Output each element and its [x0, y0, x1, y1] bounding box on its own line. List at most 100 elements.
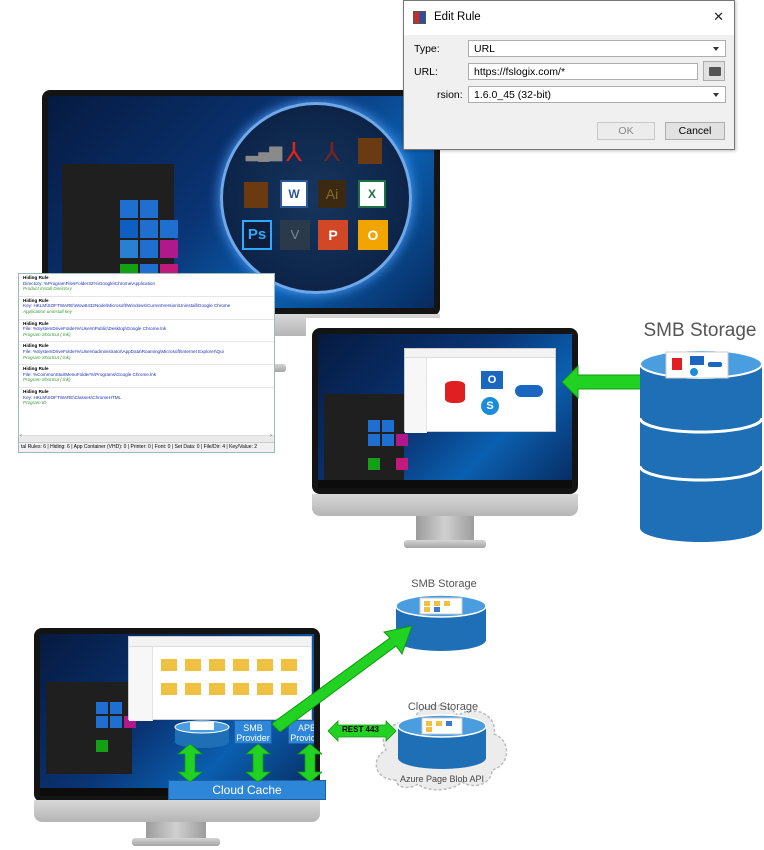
horizontal-scrollbar[interactable]: ‹ › — [19, 433, 274, 442]
tile — [140, 200, 158, 218]
word-icon: W — [280, 180, 308, 208]
app-icon-dim — [244, 182, 268, 208]
vertical-arrows — [176, 744, 322, 782]
status-bar: tal Rules: 6 | Hiding: 6 | App Container… — [19, 442, 274, 452]
cloud-cache-panel: SMB Storage Cloud Storage Azure Page Blo… — [32, 574, 512, 850]
type-value: URL — [474, 43, 496, 55]
smb-diagonal-arrow — [272, 625, 412, 732]
excel-icon: X — [358, 180, 386, 208]
url-value: https://fslogix.com/* — [474, 66, 566, 78]
tile — [368, 458, 380, 470]
url-input[interactable]: https://fslogix.com/* — [468, 63, 698, 80]
folder-icon — [209, 659, 225, 671]
folder-icon — [161, 659, 177, 671]
folder-icon — [209, 683, 225, 695]
tile — [120, 200, 138, 218]
chevron-down-icon — [713, 47, 719, 51]
folder-icon — [185, 659, 201, 671]
outlook-icon: O — [358, 220, 388, 250]
rule-description: Application uninstall key — [23, 308, 73, 314]
tile — [120, 220, 138, 238]
list-item[interactable]: Hiding Rule File: %CommonStartMenuFolder… — [19, 365, 274, 388]
monitor-foot — [132, 838, 220, 846]
tile — [140, 220, 158, 238]
tile — [382, 420, 394, 432]
visio-icon: V — [280, 220, 310, 250]
acrobat-icon: ⅄ — [286, 137, 302, 167]
monitor-screen: O S — [318, 334, 572, 488]
tile — [96, 740, 108, 752]
database-icon — [445, 381, 465, 403]
list-item[interactable]: Hiding Rule File: %SystemDriveFolder%\Us… — [19, 342, 274, 366]
version-label: rsion: — [437, 89, 463, 101]
monitor-foot — [404, 540, 486, 548]
scroll-left-icon[interactable]: ‹ — [20, 433, 22, 440]
smb-storage-cylinder — [638, 349, 764, 542]
list-item[interactable]: Hiding Rule File: %SystemDriveFolder%\Us… — [19, 320, 274, 343]
chevron-down-icon — [713, 93, 719, 97]
tile — [140, 240, 158, 258]
list-item[interactable]: Hiding Rule Directory: %ProgramFilesFold… — [19, 274, 274, 297]
list-item[interactable]: Hiding Rule Key: HKLM\SOFTWARE\Classes\C… — [19, 388, 274, 410]
close-icon[interactable]: ✕ — [713, 9, 724, 25]
smb-storage-panel: O S SMB Storage — [306, 318, 764, 582]
rule-description: Product Install Directory — [23, 286, 72, 292]
dialog-title: Edit Rule — [434, 11, 481, 23]
rule-description: Program Shortcut (.lnk) — [23, 377, 71, 383]
folder-icon — [233, 683, 249, 695]
version-select[interactable]: 1.6.0_45 (32-bit) — [468, 86, 726, 103]
monitor-neck — [416, 516, 474, 542]
monitor-chin — [312, 494, 578, 516]
onedrive-icon — [515, 385, 543, 397]
tile — [110, 716, 122, 728]
tile — [382, 434, 394, 446]
tile — [96, 702, 108, 714]
powerpoint-icon: P — [318, 220, 348, 250]
folder-icon — [185, 683, 201, 695]
cancel-button[interactable]: Cancel — [665, 122, 725, 140]
office-icon — [358, 138, 382, 164]
browse-button[interactable] — [703, 61, 725, 81]
folder-icon — [161, 683, 177, 695]
tile — [368, 434, 380, 446]
tile — [160, 220, 178, 238]
url-label: URL: — [414, 66, 438, 78]
folder-icon — [257, 683, 273, 695]
tile — [96, 716, 108, 728]
illustrator-icon: Ai — [318, 180, 346, 208]
smb-provider-box: SMB Provider — [234, 720, 272, 744]
tile — [368, 420, 380, 432]
tile — [396, 434, 408, 446]
start-menu — [46, 682, 132, 774]
folder-icon — [709, 67, 721, 76]
version-value: 1.6.0_45 (32-bit) — [474, 89, 552, 101]
tile — [396, 458, 408, 470]
tile — [160, 240, 178, 258]
tile — [110, 702, 122, 714]
edit-rule-dialog: Edit Rule ✕ Type: URL URL: https://fslog… — [403, 0, 735, 150]
taskbar — [318, 480, 572, 488]
explorer-window: O S — [404, 348, 556, 433]
signal-icon: ▂▄▆ — [246, 144, 282, 161]
monitor-chin — [34, 800, 320, 822]
scroll-right-icon[interactable]: › — [270, 433, 272, 440]
folder-icon — [257, 659, 273, 671]
smb-storage-title: SMB Storage — [411, 578, 477, 590]
list-item[interactable]: Hiding Rule Key: HKLM\SOFTWARE\Wow6432No… — [19, 297, 274, 320]
rest-443-label: REST 443 — [342, 725, 379, 734]
rule-description: Program ID — [23, 400, 47, 406]
app-icon — [413, 11, 426, 24]
type-select[interactable]: URL — [468, 40, 726, 57]
acrobat-reader-icon: ⅄ — [324, 137, 340, 167]
smb-storage-title: SMB Storage — [643, 320, 757, 341]
dialog-titlebar: Edit Rule ✕ — [404, 1, 734, 35]
azure-page-blob-label: Azure Page Blob API — [399, 774, 485, 784]
photoshop-icon: Ps — [242, 220, 272, 250]
rule-description: Program Shortcut (.lnk) — [23, 354, 71, 360]
hiding-rules-list: Hiding Rule Directory: %ProgramFilesFold… — [18, 273, 275, 453]
type-label: Type: — [414, 43, 440, 55]
folder-icon — [233, 659, 249, 671]
cloud-cache-bar: Cloud Cache — [168, 780, 326, 800]
rule-description: Program Shortcut (.lnk) — [23, 331, 71, 337]
ok-button[interactable]: OK — [597, 122, 655, 140]
